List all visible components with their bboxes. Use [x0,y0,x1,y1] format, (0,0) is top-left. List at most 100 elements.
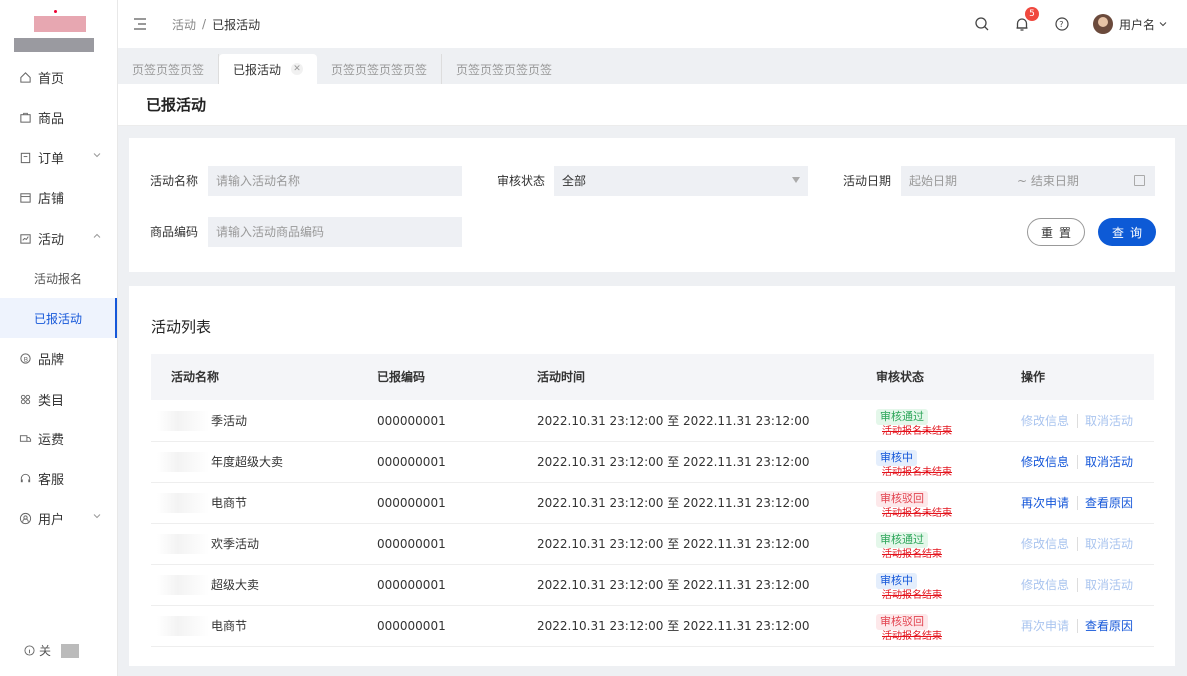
user-icon [18,511,32,525]
status-badge: 审核驳回 [876,491,928,507]
list-title: 活动列表 [151,318,212,336]
row-action-primary[interactable]: 修改信息 [1021,401,1069,441]
close-icon[interactable]: ✕ [291,63,304,75]
sidebar-subitem-reported-activity[interactable]: 已报活动 [0,298,117,338]
sidebar-item-label: 客服 [38,472,65,488]
col-activity-name: 活动名称 [171,370,220,384]
activity-time: 2022.10.31 23:12:00 至 2022.11.31 23:12:0… [537,496,810,510]
col-actions: 操作 [1021,370,1046,384]
reset-button[interactable]: 重置 [1027,218,1085,246]
sidebar-item-brand[interactable]: B 品牌 [0,338,117,378]
tab-label: 页签页签页签页签 [456,62,553,77]
signup-note: 活动报名未结束 [882,467,952,478]
sidebar-item-orders[interactable]: 订单 [0,137,117,177]
svg-text:?: ? [1059,20,1063,29]
filter-panel: 活动名称 请输入活动名称 审核状态 全部 活动日期 起始日期 ~ 结束日期 商品… [129,138,1175,272]
query-button[interactable]: 查询 [1098,218,1156,246]
sidebar-subitem-label: 已报活动 [34,311,83,326]
activity-time: 2022.10.31 23:12:00 至 2022.11.31 23:12:0… [537,578,810,592]
sidebar-item-home[interactable]: 首页 [0,57,117,97]
sidebar-item-goods[interactable]: 商品 [0,97,117,137]
activity-name: 电商节 [211,496,248,510]
activity-name-label: 活动名称 [150,174,199,188]
info-icon [24,645,35,656]
help-icon[interactable]: ? [1053,15,1071,33]
col-time: 活动时间 [537,370,586,384]
sidebar-item-label: 活动 [38,232,65,248]
page-tabs: 页签页签页签 已报活动 ✕ 页签页签页签页签 页签页签页签页签 [118,54,1187,84]
product-code-input[interactable]: 请输入活动商品编码 [208,217,462,247]
signup-note: 活动报名未结束 [882,508,952,519]
table-row: 超级大卖 000000001 2022.10.31 23:12:00 至 2022.… [151,565,1154,606]
activity-name: 年度超级大卖 [211,455,284,469]
shop-icon [18,190,32,204]
signup-note: 活动报名结束 [882,590,942,601]
sidebar-item-users[interactable]: 用户 [0,498,117,538]
logo [14,10,94,54]
product-code-label: 商品编码 [150,225,199,239]
activity-name: 电商节 [211,619,248,633]
sidebar-item-label: 店铺 [38,191,65,207]
row-action-primary[interactable]: 修改信息 [1021,565,1069,605]
sidebar-item-store[interactable]: 店铺 [0,177,117,217]
signup-note: 活动报名结束 [882,631,942,642]
avatar [1092,14,1113,34]
chevron-down-icon [93,514,101,519]
user-menu[interactable]: 用户名 [1092,14,1167,34]
signup-note: 活动报名结束 [882,549,942,560]
row-action-secondary[interactable]: 取消活动 [1085,565,1133,605]
home-icon [18,70,32,84]
table-header: 活动名称 已报编码 活动时间 审核状态 操作 [151,354,1154,400]
table-row: 电商节 000000001 2022.10.31 23:12:00 至 2022.1… [151,483,1154,524]
activity-time: 2022.10.31 23:12:00 至 2022.11.31 23:12:0… [537,414,810,428]
sidebar-item-shipping[interactable]: 运费 [0,418,117,458]
sidebar-subitem-activity-signup[interactable]: 活动报名 [0,258,117,298]
activity-name-input[interactable]: 请输入活动名称 [208,166,462,196]
breadcrumb-item[interactable]: 活动 [172,16,196,33]
headset-icon [18,471,32,485]
sidebar-item-category[interactable]: 类目 [0,379,117,419]
date-start: 起始日期 [909,174,958,188]
sidebar-item-label: 类目 [38,393,65,409]
sidebar-item-label: 用户 [38,512,65,528]
sidebar-subitem-label: 活动报名 [34,271,83,286]
activity-date-range[interactable]: 起始日期 ~ 结束日期 [901,166,1155,196]
row-action-primary[interactable]: 修改信息 [1021,442,1069,482]
table-row: 季活动 000000001 2022.10.31 23:12:00 至 2022.1… [151,401,1154,442]
page-title: 已报活动 [118,84,1187,126]
search-icon[interactable] [973,15,991,33]
bag-icon [18,110,32,124]
row-action-primary[interactable]: 修改信息 [1021,524,1069,564]
review-status-label: 审核状态 [497,174,546,188]
tab-1[interactable]: 页签页签页签 [118,54,220,84]
col-status: 审核状态 [876,370,925,384]
row-action-secondary[interactable]: 取消活动 [1085,524,1133,564]
bell-icon[interactable]: 5 [1013,7,1039,33]
clipboard-icon [18,150,32,164]
sidebar-item-activity[interactable]: 活动 [0,218,117,258]
sidebar-footer[interactable]: 关 [24,642,80,659]
row-action-secondary[interactable]: 取消活动 [1085,401,1133,441]
row-action-secondary[interactable]: 查看原因 [1085,606,1133,646]
activity-time: 2022.10.31 23:12:00 至 2022.11.31 23:12:0… [537,455,810,469]
tab-4[interactable]: 页签页签页签页签 [442,54,566,84]
status-badge: 审核中 [876,450,917,466]
row-action-primary[interactable]: 再次申请 [1021,483,1069,523]
row-action-secondary[interactable]: 取消活动 [1085,442,1133,482]
sidebar-item-label: 首页 [38,71,65,87]
row-action-primary[interactable]: 再次申请 [1021,606,1069,646]
tab-reported-activity[interactable]: 已报活动 ✕ [219,54,318,84]
username: 用户名 [1118,17,1155,32]
chevron-down-icon [93,153,101,158]
brand-icon: B [18,351,32,365]
activity-time: 2022.10.31 23:12:00 至 2022.11.31 23:12:0… [537,619,810,633]
breadcrumb-current: 已报活动 [212,17,261,32]
activity-code: 000000001 [377,537,446,551]
row-action-secondary[interactable]: 查看原因 [1085,483,1133,523]
sidebar-item-label: 商品 [38,111,65,127]
menu-fold-icon[interactable] [132,16,148,32]
review-status-select[interactable]: 全部 [554,166,808,196]
sidebar-item-service[interactable]: 客服 [0,458,117,498]
tab-label: 页签页签页签 [132,62,205,77]
tab-3[interactable]: 页签页签页签页签 [317,54,443,84]
